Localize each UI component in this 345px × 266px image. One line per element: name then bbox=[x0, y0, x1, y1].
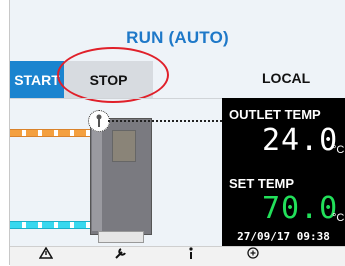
temperature-panel: OUTLET TEMP 24.0 °C SET TEMP 70.0 °C 27/… bbox=[222, 98, 345, 246]
wrench-icon[interactable] bbox=[110, 247, 130, 266]
start-button[interactable]: START bbox=[10, 61, 64, 98]
bottom-toolbar bbox=[10, 246, 345, 266]
outlet-temp-value: 24.0 bbox=[262, 123, 339, 158]
left-bezel bbox=[0, 0, 10, 265]
info-icon[interactable] bbox=[181, 247, 201, 266]
hmi-screen: RUN (AUTO) START STOP LOCAL OUTLET TEMP … bbox=[0, 0, 345, 266]
tank-highlight bbox=[92, 120, 102, 231]
outlet-temp-unit: °C bbox=[332, 144, 345, 156]
outlet-temp-label: OUTLET TEMP bbox=[229, 107, 321, 122]
set-temp-label: SET TEMP bbox=[229, 176, 295, 191]
datetime-readout: 27/09/17 09:38 bbox=[237, 230, 330, 243]
sensor-connector-line bbox=[108, 120, 222, 122]
temperature-sensor-icon[interactable] bbox=[88, 110, 110, 132]
run-status-title: RUN (AUTO) bbox=[126, 28, 229, 47]
set-temp-unit: °C bbox=[332, 212, 345, 224]
cold-water-pipe bbox=[10, 221, 91, 229]
stop-button[interactable]: STOP bbox=[64, 61, 153, 98]
local-mode-label: LOCAL bbox=[262, 70, 311, 86]
set-temp-value[interactable]: 70.0 bbox=[262, 191, 338, 226]
tank-base bbox=[98, 231, 144, 243]
hot-water-pipe bbox=[10, 129, 91, 137]
zoom-in-icon[interactable] bbox=[243, 247, 263, 266]
warning-icon[interactable] bbox=[36, 247, 56, 266]
probe-icon bbox=[96, 114, 102, 127]
tank-control-box bbox=[112, 130, 136, 162]
